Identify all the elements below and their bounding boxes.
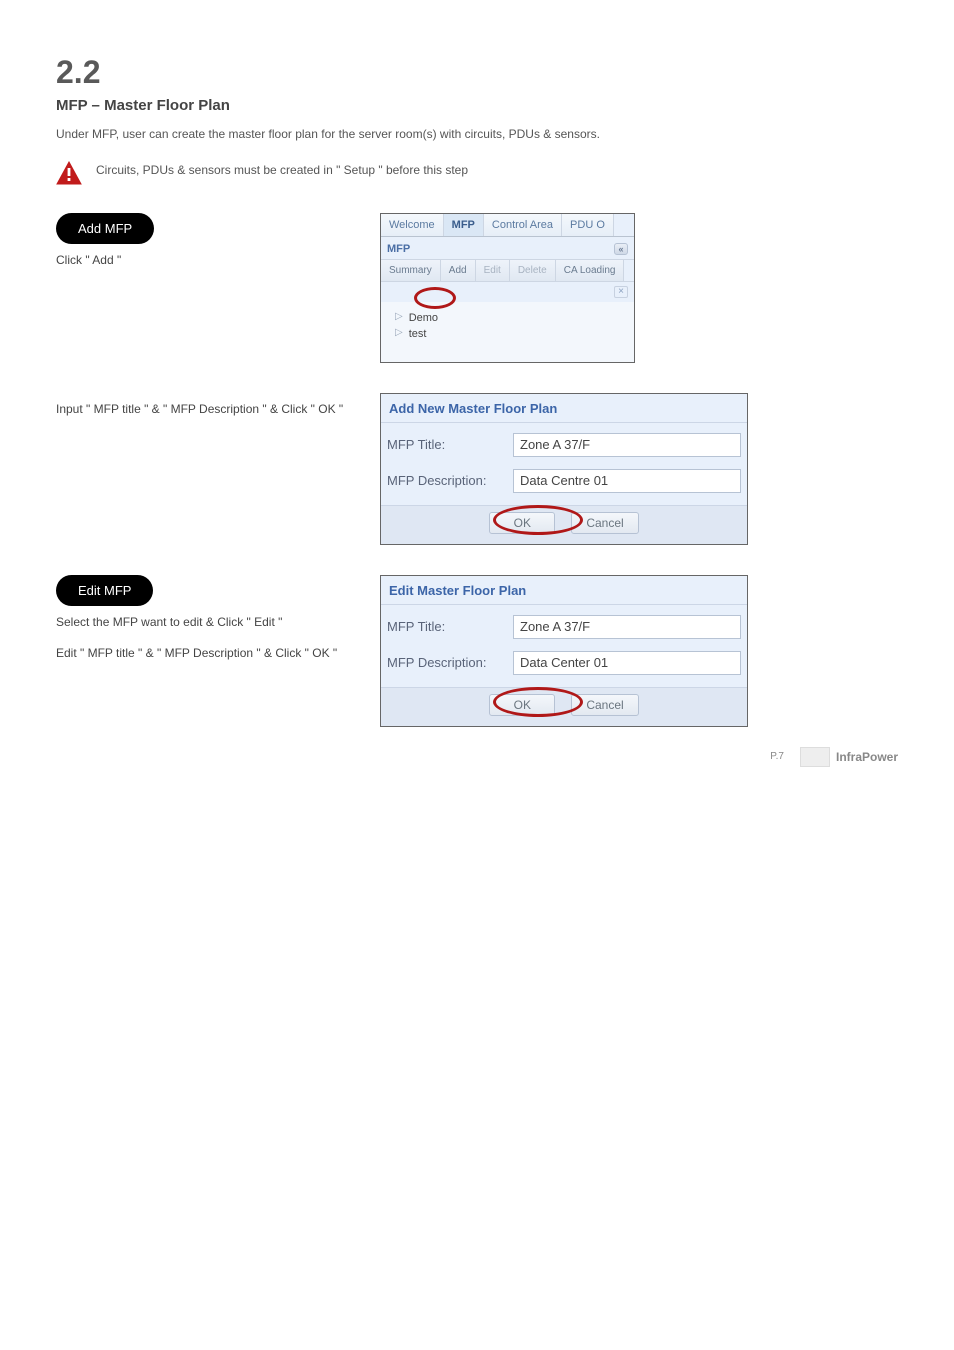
- subtab-add[interactable]: Add: [441, 260, 476, 281]
- tree-expand-icon: ▷: [395, 311, 403, 322]
- add-mfp-instr: Click " Add ": [56, 252, 356, 269]
- tree-expand-icon: ▷: [395, 327, 403, 338]
- edit-mfp-pill: Edit MFP: [56, 575, 153, 606]
- subtab-edit: Edit: [476, 260, 510, 281]
- tree-item-demo[interactable]: ▷Demo: [395, 310, 624, 326]
- tree-item-test[interactable]: ▷test: [395, 326, 624, 342]
- dialog-title: Edit Master Floor Plan: [381, 576, 747, 605]
- tab-control-area[interactable]: Control Area: [484, 214, 562, 236]
- logo-icon: [800, 747, 830, 767]
- cancel-button[interactable]: Cancel: [571, 694, 638, 716]
- input-mfp-title[interactable]: [513, 433, 741, 457]
- input-mfp-title[interactable]: [513, 615, 741, 639]
- input-mfp-desc[interactable]: [513, 469, 741, 493]
- collapse-icon[interactable]: «: [614, 243, 628, 255]
- edit-dialog-instr: Edit " MFP title " & " MFP Description "…: [56, 645, 356, 662]
- add-dialog-instr: Input " MFP title " & " MFP Description …: [56, 401, 356, 418]
- subtab-delete: Delete: [510, 260, 556, 281]
- label-mfp-desc: MFP Description:: [387, 473, 513, 488]
- section-number: 2.2: [56, 54, 898, 91]
- warning-text: Circuits, PDUs & sensors must be created…: [96, 163, 468, 177]
- warning-icon: [56, 161, 82, 185]
- input-mfp-desc[interactable]: [513, 651, 741, 675]
- footer-logo: InfraPower: [800, 747, 898, 767]
- mfp-panel-image: Welcome MFP Control Area PDU O MFP « Sum…: [380, 213, 635, 363]
- tab-pdu[interactable]: PDU O: [562, 214, 614, 236]
- ok-button[interactable]: OK: [489, 694, 555, 716]
- subtab-summary[interactable]: Summary: [381, 260, 441, 281]
- cancel-button[interactable]: Cancel: [571, 512, 638, 534]
- intro-text: Under MFP, user can create the master fl…: [56, 126, 898, 143]
- section-title: MFP – Master Floor Plan: [56, 97, 898, 114]
- close-icon[interactable]: ×: [614, 286, 628, 298]
- add-dialog: Add New Master Floor Plan MFP Title: MFP…: [380, 393, 748, 545]
- add-mfp-pill: Add MFP: [56, 213, 154, 244]
- label-mfp-desc: MFP Description:: [387, 655, 513, 670]
- ok-button[interactable]: OK: [489, 512, 555, 534]
- tab-welcome[interactable]: Welcome: [381, 214, 444, 236]
- page-number: P.7: [770, 751, 784, 762]
- tab-mfp[interactable]: MFP: [444, 214, 484, 236]
- edit-dialog: Edit Master Floor Plan MFP Title: MFP De…: [380, 575, 748, 727]
- label-mfp-title: MFP Title:: [387, 437, 513, 452]
- label-mfp-title: MFP Title:: [387, 619, 513, 634]
- subtab-caloading[interactable]: CA Loading: [556, 260, 625, 281]
- edit-mfp-instr: Select the MFP want to edit & Click " Ed…: [56, 614, 356, 631]
- dialog-title: Add New Master Floor Plan: [381, 394, 747, 423]
- panel-subhead: MFP: [387, 243, 410, 255]
